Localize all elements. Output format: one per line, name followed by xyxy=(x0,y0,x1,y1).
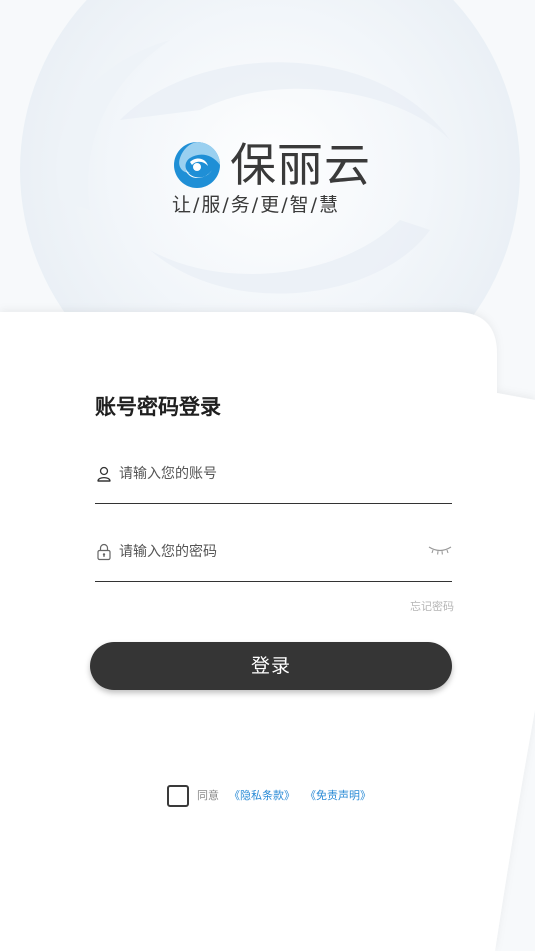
agreement-prefix: 同意 xyxy=(197,789,219,802)
disclaimer-link[interactable]: 《免责声明》 xyxy=(305,788,371,804)
privacy-policy-link[interactable]: 《隐私条款》 xyxy=(229,788,295,804)
forgot-password-link[interactable]: 忘记密码 xyxy=(410,599,454,615)
login-title: 账号密码登录 xyxy=(95,395,221,419)
username-input[interactable] xyxy=(119,461,409,487)
user-icon xyxy=(97,466,111,482)
password-input[interactable] xyxy=(119,539,409,565)
lock-icon xyxy=(97,543,111,561)
agreement-checkbox[interactable] xyxy=(167,785,189,807)
username-field xyxy=(95,459,452,504)
eye-closed-icon[interactable] xyxy=(428,545,452,557)
password-field xyxy=(95,537,452,582)
login-button[interactable]: 登录 xyxy=(90,642,452,690)
